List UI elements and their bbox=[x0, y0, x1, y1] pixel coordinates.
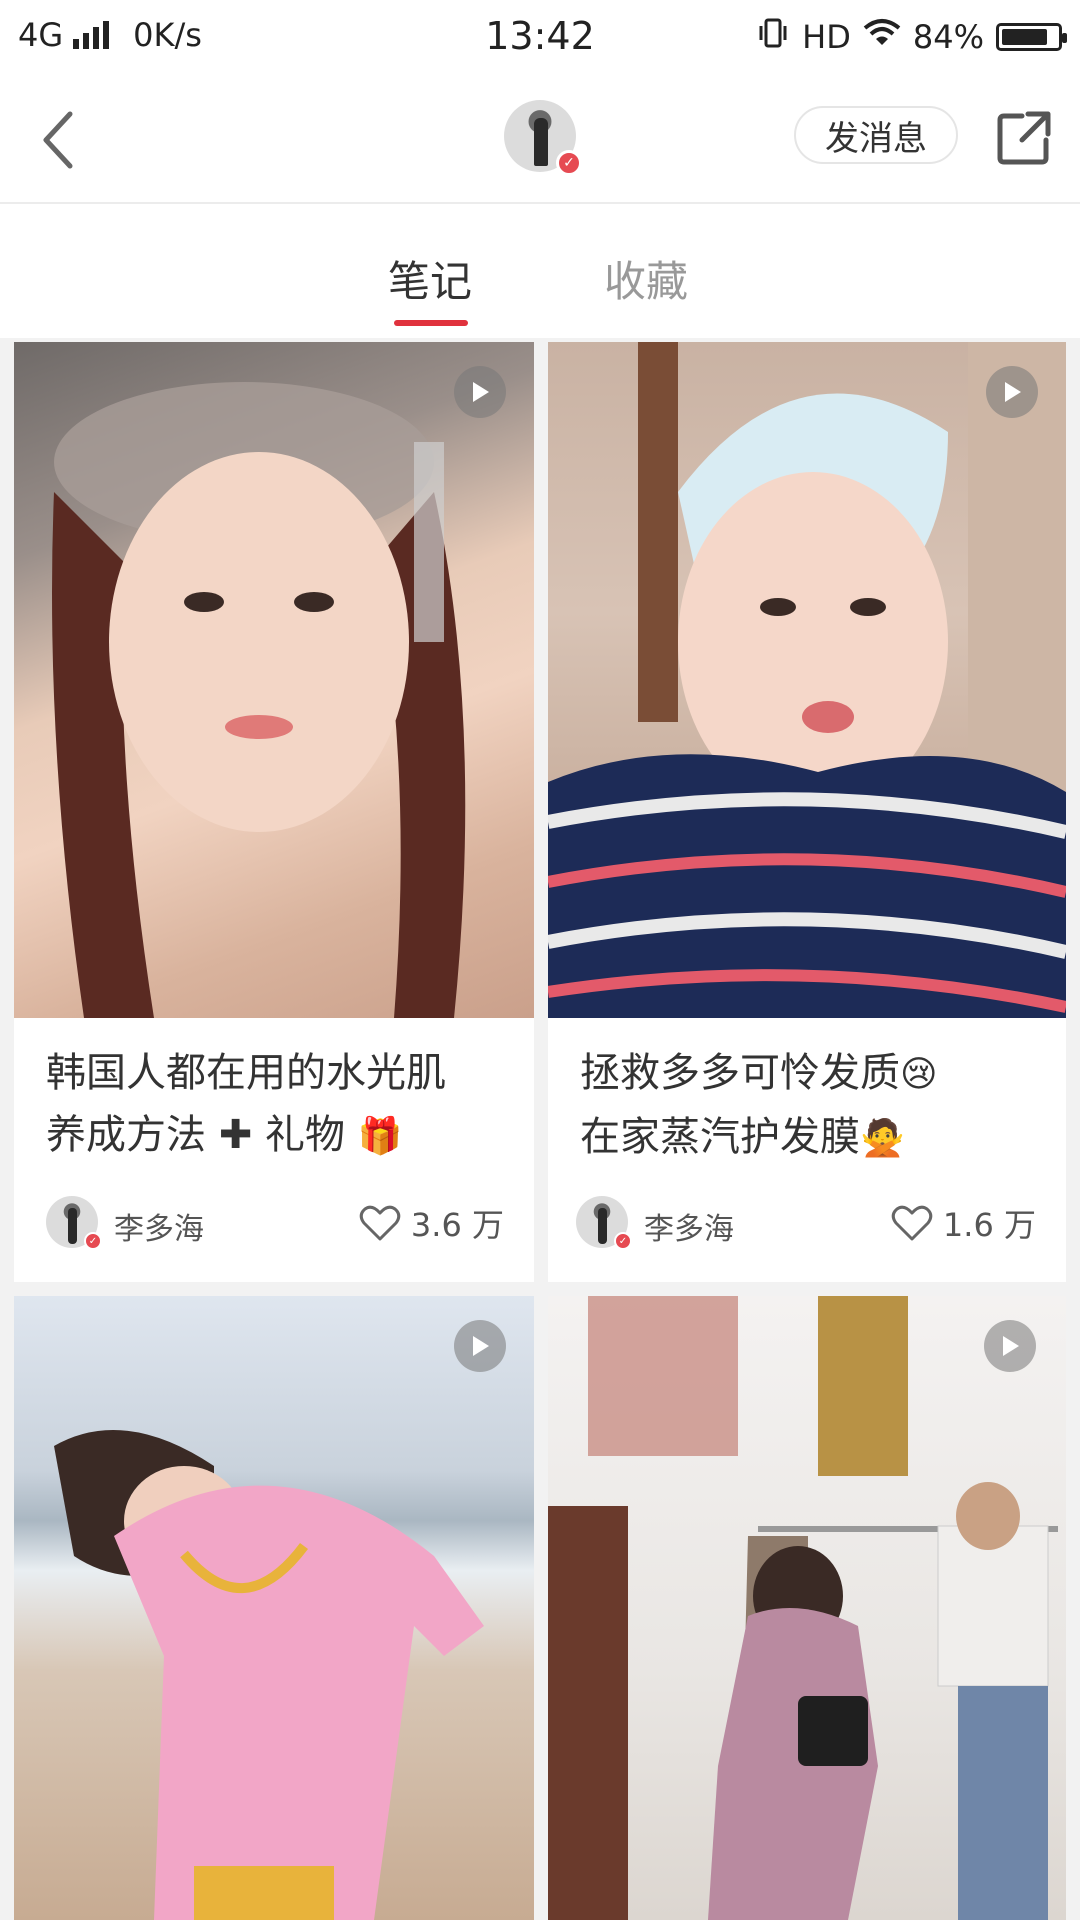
author-name[interactable]: 李多海 bbox=[114, 1204, 204, 1248]
note-card[interactable] bbox=[548, 1296, 1066, 1920]
verified-icon: ✓ bbox=[84, 1232, 102, 1250]
note-title-line: 韩国人都在用的水光肌 bbox=[46, 1050, 446, 1096]
avatar[interactable]: ✓ bbox=[504, 100, 582, 176]
note-title-line: 在家蒸汽护发膜🙅 bbox=[580, 1114, 905, 1160]
heart-icon bbox=[359, 1205, 401, 1241]
video-play-icon bbox=[454, 1320, 506, 1372]
note-cover-image bbox=[548, 1296, 1066, 1920]
note-title-line: 拯救多多可怜发质😢 bbox=[580, 1050, 938, 1096]
note-title: 拯救多多可怜发质😢 在家蒸汽护发膜🙅 bbox=[580, 1042, 1040, 1170]
tab-notes[interactable]: 笔记 bbox=[388, 248, 472, 309]
tab-bar: 笔记 收藏 bbox=[0, 204, 1080, 338]
note-title: 韩国人都在用的水光肌 养成方法 ✚ 礼物 🎁 bbox=[46, 1042, 506, 1168]
verified-icon: ✓ bbox=[556, 150, 582, 176]
note-cover-image bbox=[548, 342, 1066, 1018]
vibrate-icon bbox=[756, 16, 790, 58]
status-bar: 4G 0K/s 13:42 HD 84% bbox=[0, 0, 1080, 78]
share-icon bbox=[997, 111, 1051, 165]
author-avatar[interactable]: ✓ bbox=[46, 1196, 102, 1250]
author-avatar[interactable]: ✓ bbox=[576, 1196, 632, 1250]
verified-icon: ✓ bbox=[614, 1232, 632, 1250]
like-count[interactable]: 3.6 万 bbox=[359, 1200, 504, 1246]
crying-face-icon: 😢 bbox=[900, 1054, 938, 1095]
note-card[interactable]: 拯救多多可怜发质😢 在家蒸汽护发膜🙅 ✓ 李多海 1.6 万 bbox=[548, 342, 1066, 1282]
note-card[interactable] bbox=[14, 1296, 534, 1920]
battery-percent: 84% bbox=[912, 18, 984, 56]
gift-icon: 🎁 bbox=[357, 1116, 403, 1157]
chevron-left-icon bbox=[43, 111, 73, 169]
share-button[interactable] bbox=[992, 106, 1056, 170]
active-tab-indicator bbox=[394, 320, 468, 326]
heart-icon bbox=[891, 1205, 933, 1241]
note-cover-image bbox=[14, 1296, 534, 1920]
status-right: HD 84% bbox=[756, 16, 1067, 58]
gesture-icon: 🙅 bbox=[860, 1118, 905, 1159]
top-nav: ✓ 发消息 bbox=[0, 78, 1080, 204]
video-play-icon bbox=[984, 1320, 1036, 1372]
video-play-icon bbox=[986, 366, 1038, 418]
likes-value: 3.6 万 bbox=[410, 1206, 504, 1244]
note-cover-image bbox=[14, 342, 534, 1018]
wifi-icon bbox=[863, 18, 901, 56]
back-button[interactable] bbox=[26, 100, 106, 180]
note-card[interactable]: 韩国人都在用的水光肌 养成方法 ✚ 礼物 🎁 ✓ 李多海 3.6 万 bbox=[14, 342, 534, 1282]
video-play-icon bbox=[454, 366, 506, 418]
likes-value: 1.6 万 bbox=[942, 1206, 1036, 1244]
send-message-button[interactable]: 发消息 bbox=[794, 106, 958, 164]
battery-icon bbox=[996, 23, 1067, 51]
like-count[interactable]: 1.6 万 bbox=[891, 1200, 1036, 1246]
tab-favorites[interactable]: 收藏 bbox=[604, 248, 688, 309]
battery-fill bbox=[1002, 29, 1047, 45]
note-title-line: 养成方法 ✚ 礼物 🎁 bbox=[46, 1112, 403, 1158]
author-name[interactable]: 李多海 bbox=[644, 1204, 734, 1248]
hd-indicator: HD bbox=[802, 18, 851, 56]
